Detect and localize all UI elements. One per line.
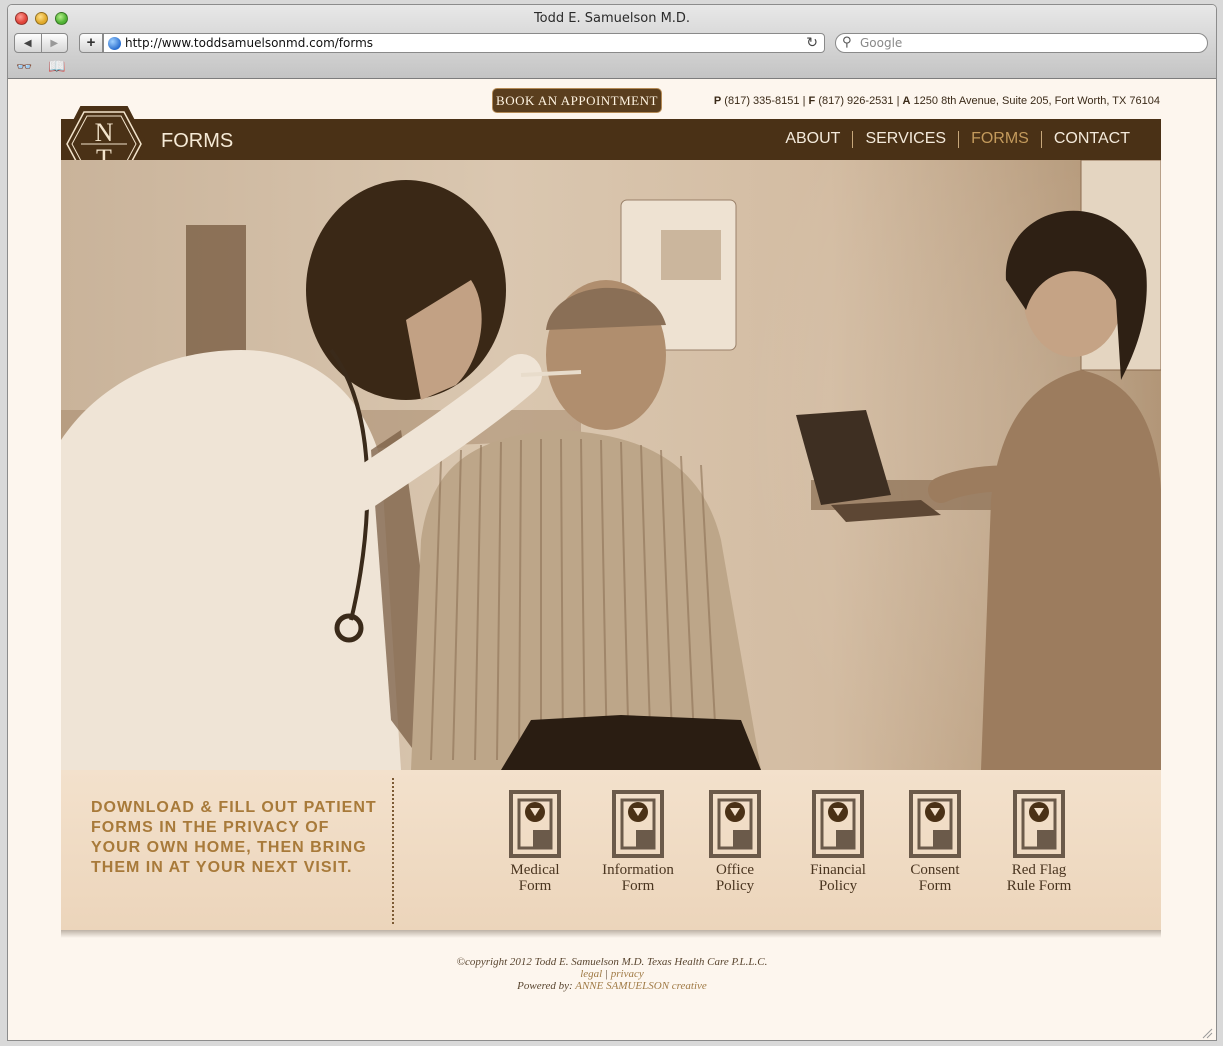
window-title: Todd E. Samuelson M.D. <box>533 11 691 26</box>
address: 1250 8th Avenue, Suite 205, Fort Worth, … <box>913 95 1160 107</box>
download-form-icon[interactable] <box>909 790 961 858</box>
nav-services[interactable]: SERVICES <box>853 130 958 148</box>
form-download-information[interactable]: Information Form <box>593 790 683 894</box>
footer-links: legal | privacy <box>580 968 644 980</box>
history-buttons: ◀ ▶ <box>14 33 68 53</box>
fax-number: (817) 926-2531 <box>818 95 894 107</box>
search-icon: ⚲ <box>842 35 852 50</box>
reading-list-icon[interactable]: 👓 <box>16 59 32 75</box>
copyright-text: ©copyright 2012 Todd E. Samuelson M.D. T… <box>456 956 768 968</box>
fax-label: F <box>808 95 816 107</box>
privacy-link[interactable]: privacy <box>611 968 644 980</box>
nav-forms[interactable]: FORMS <box>959 130 1041 148</box>
phone-number: (817) 335-8151 <box>724 95 800 107</box>
form-label[interactable]: Financial Policy <box>793 862 883 894</box>
legal-link[interactable]: legal <box>580 968 602 980</box>
form-label[interactable]: Office Policy <box>690 862 780 894</box>
book-appointment-button[interactable]: BOOK AN APPOINTMENT <box>492 88 662 113</box>
search-placeholder: Google <box>860 36 903 50</box>
panel-shadow <box>61 930 1161 938</box>
footer: ©copyright 2012 Todd E. Samuelson M.D. T… <box>8 956 1216 992</box>
form-download-medical[interactable]: Medical Form <box>490 790 580 894</box>
address-label: A <box>902 95 911 107</box>
logo-letter-n: N <box>95 118 114 147</box>
download-form-icon[interactable] <box>709 790 761 858</box>
nav-about[interactable]: ABOUT <box>773 130 852 148</box>
nav-contact[interactable]: CONTACT <box>1042 130 1142 148</box>
main-nav: ABOUT SERVICES FORMS CONTACT <box>773 130 1142 148</box>
form-label[interactable]: Red Flag Rule Form <box>994 862 1084 894</box>
forms-panel: DOWNLOAD & FILL OUT PATIENT FORMS IN THE… <box>61 770 1161 938</box>
add-bookmark-button[interactable]: + <box>79 33 103 53</box>
download-form-icon[interactable] <box>812 790 864 858</box>
back-arrow-icon[interactable]: ◀ <box>15 34 41 52</box>
powered-by-label: Powered by: <box>517 980 573 992</box>
powered-by-link[interactable]: ANNE SAMUELSON creative <box>575 980 707 992</box>
form-download-financial-policy[interactable]: Financial Policy <box>793 790 883 894</box>
exam-room-photo <box>61 160 1161 770</box>
search-field[interactable]: ⚲ Google <box>835 33 1208 53</box>
form-download-red-flag-rule[interactable]: Red Flag Rule Form <box>994 790 1084 894</box>
resize-grip-icon[interactable] <box>1201 1027 1213 1039</box>
page-viewport: BOOK AN APPOINTMENT P (817) 335-8151 | F… <box>8 80 1216 1040</box>
contact-info: P (817) 335-8151 | F (817) 926-2531 | A … <box>713 95 1160 107</box>
form-label[interactable]: Medical Form <box>490 862 580 894</box>
panel-divider <box>392 778 394 924</box>
forward-arrow-icon[interactable]: ▶ <box>40 34 68 52</box>
browser-window: Todd E. Samuelson M.D. ◀ ▶ + http://www.… <box>7 4 1217 1041</box>
form-label[interactable]: Consent Form <box>890 862 980 894</box>
form-download-consent[interactable]: Consent Form <box>890 790 980 894</box>
reload-icon[interactable]: ↻ <box>806 35 818 51</box>
form-label[interactable]: Information Form <box>593 862 683 894</box>
url-text[interactable]: http://www.toddsamuelsonmd.com/forms <box>125 36 373 50</box>
browser-toolbar: Todd E. Samuelson M.D. ◀ ▶ + http://www.… <box>8 5 1216 79</box>
download-form-icon[interactable] <box>509 790 561 858</box>
globe-icon <box>108 36 121 50</box>
bookmarks-icon[interactable]: 📖 <box>48 58 65 75</box>
powered-by: Powered by: ANNE SAMUELSON creative <box>8 980 1216 992</box>
phone-label: P <box>713 95 722 107</box>
download-form-icon[interactable] <box>1013 790 1065 858</box>
download-form-icon[interactable] <box>612 790 664 858</box>
hero-photo <box>61 160 1161 770</box>
promo-text: DOWNLOAD & FILL OUT PATIENT FORMS IN THE… <box>91 799 377 876</box>
page-title: FORMS <box>161 130 234 152</box>
form-download-office-policy[interactable]: Office Policy <box>690 790 780 894</box>
address-bar[interactable]: http://www.toddsamuelsonmd.com/forms ↻ <box>103 33 825 53</box>
